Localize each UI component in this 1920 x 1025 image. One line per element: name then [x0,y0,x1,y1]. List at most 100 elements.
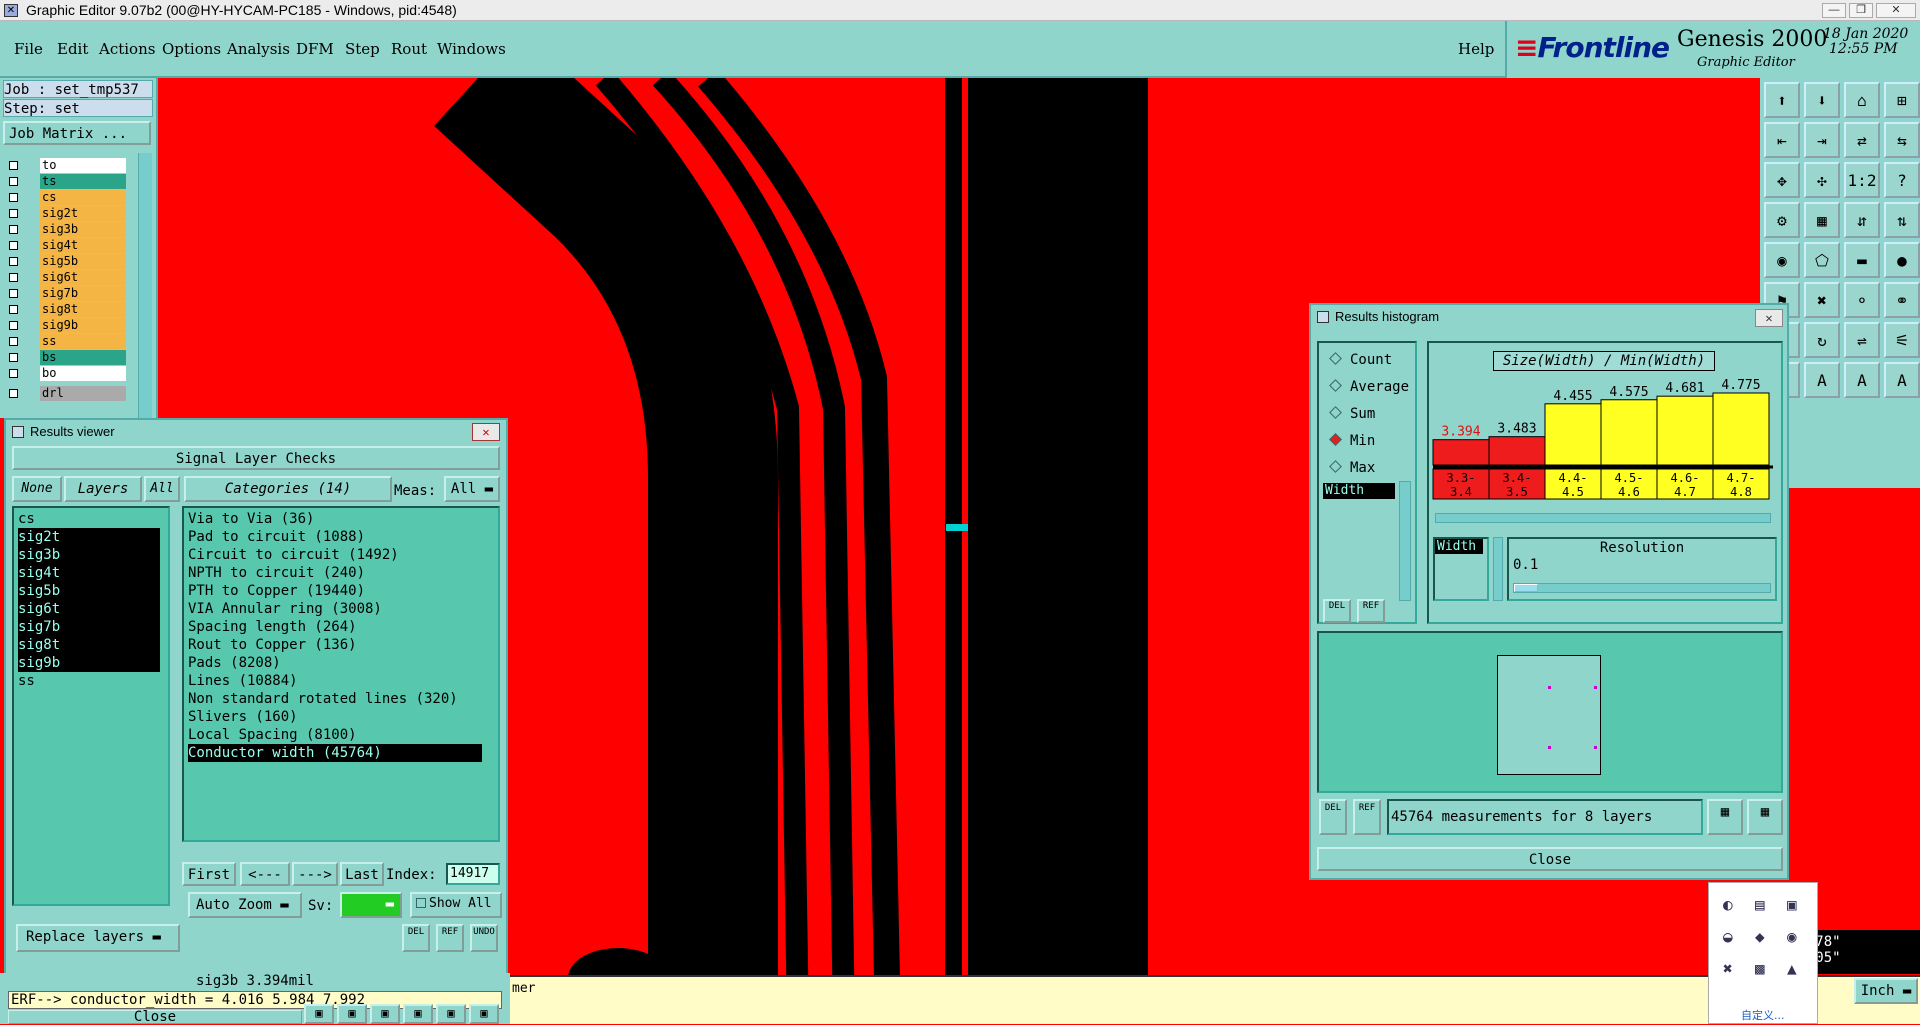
result-layer-item[interactable]: ss [18,672,160,690]
auto-zoom-dropdown[interactable]: Auto Zoom ▬ [188,892,302,918]
category-item[interactable]: Lines (10884) [188,672,482,690]
toolbar-tool-17-icon[interactable]: ◉ [1764,242,1800,278]
ref-icon[interactable]: REF [436,924,464,952]
tray-app-8-icon[interactable]: ▩ [1755,959,1765,978]
results-viewer-close-button[interactable]: Close [8,1010,302,1024]
category-item[interactable]: Conductor width (45764) [188,744,482,762]
aggregate-radio[interactable]: Min [1329,432,1375,450]
layer-checkbox[interactable] [9,257,18,266]
layer-row[interactable]: bo [6,366,126,381]
field-selected[interactable]: Width [1323,483,1395,499]
layer-checkbox[interactable] [9,209,18,218]
toolbar-tool-14-icon[interactable]: ▦ [1804,202,1840,238]
layer-row[interactable]: sig3b [6,222,126,237]
layer-row[interactable]: sig2t [6,206,126,221]
aggregate-radio[interactable]: Count [1329,351,1392,369]
layer-checkbox[interactable] [9,225,18,234]
toolbar-tool-3-icon[interactable]: ⌂ [1844,82,1880,118]
layer-checkbox[interactable] [9,193,18,202]
category-item[interactable]: Spacing length (264) [188,618,482,636]
toolbar-tool-6-icon[interactable]: ⇥ [1804,122,1840,158]
rv-tool-5-icon[interactable]: ▣ [436,1004,466,1024]
chart-hscroll[interactable] [1435,513,1771,523]
toolbar-tool-2-icon[interactable]: ⬇ [1804,82,1840,118]
rv-tool-6-icon[interactable]: ▣ [469,1004,499,1024]
layer-checkbox[interactable] [9,369,18,378]
layer-row[interactable]: to [6,158,126,173]
category-item[interactable]: Pads (8208) [188,654,482,672]
toolbar-tool-31-icon[interactable]: A [1844,362,1880,398]
layer-checkbox[interactable] [9,289,18,298]
histogram-close-button[interactable]: Close [1317,847,1783,871]
minimize-button[interactable]: — [1822,3,1846,18]
layer-checkbox[interactable] [9,177,18,186]
toolbar-tool-23-icon[interactable]: ⚬ [1844,282,1880,318]
tray-more-link[interactable]: 自定义... [1741,1007,1785,1023]
undo-icon[interactable]: UNDO [470,924,498,952]
layer-row[interactable]: sig8t [6,302,126,317]
category-item[interactable]: Via to Via (36) [188,510,482,528]
menu-rout[interactable]: Rout [391,40,427,58]
toolbar-tool-19-icon[interactable]: ▬ [1844,242,1880,278]
layer-checkbox[interactable] [9,389,18,398]
layer-checkbox[interactable] [9,353,18,362]
result-layer-item[interactable]: sig2t [18,528,160,546]
export-icon[interactable]: ▦ [1707,799,1743,835]
toolbar-tool-26-icon[interactable]: ↻ [1804,322,1840,358]
layer-row[interactable]: sig7b [6,286,126,301]
categories-tab[interactable]: Categories (14) [184,476,392,502]
next-button[interactable]: ---> [292,862,338,886]
menu-step[interactable]: Step [345,40,380,58]
del-icon[interactable]: DEL [402,924,430,952]
first-button[interactable]: First [182,862,236,886]
menu-file[interactable]: File [14,40,43,58]
category-item[interactable]: Pad to circuit (1088) [188,528,482,546]
axis-field[interactable]: Width [1435,539,1483,554]
tray-app-9-icon[interactable]: ▲ [1787,959,1797,978]
category-item[interactable]: VIA Annular ring (3008) [188,600,482,618]
category-item[interactable]: PTH to Copper (19440) [188,582,482,600]
maximize-button[interactable]: ❐ [1849,3,1873,18]
layer-row[interactable]: sig9b [6,318,126,333]
category-item[interactable]: Rout to Copper (136) [188,636,482,654]
meas-dropdown[interactable]: All ▬ [444,476,500,502]
axis-field-scrollbar[interactable] [1493,537,1503,601]
layer-row[interactable]: sig6t [6,270,126,285]
histogram-close-icon[interactable]: ✕ [1755,309,1783,327]
layer-checkbox[interactable] [9,161,18,170]
tray-app-6-icon[interactable]: ◉ [1787,927,1797,946]
layer-row[interactable]: sig5b [6,254,126,269]
results-viewer-close-icon[interactable]: ✕ [472,423,500,441]
category-item[interactable]: Local Spacing (8100) [188,726,482,744]
replace-layers-dropdown[interactable]: Replace layers ▬ [16,924,180,952]
import-icon[interactable]: ▦ [1747,799,1783,835]
field-scrollbar[interactable] [1399,481,1411,601]
tray-app-3-icon[interactable]: ▣ [1787,895,1797,914]
toolbar-tool-11-icon[interactable]: 1:2 [1844,162,1880,198]
menu-options[interactable]: Options [162,40,221,58]
job-matrix-button[interactable]: Job Matrix ... [3,121,151,145]
severity-dropdown[interactable]: ▬ [340,892,402,918]
toolbar-tool-15-icon[interactable]: ⇵ [1844,202,1880,238]
layer-row[interactable]: sig4t [6,238,126,253]
toolbar-tool-8-icon[interactable]: ⇆ [1884,122,1920,158]
menu-dfm[interactable]: DFM [296,40,334,58]
prev-button[interactable]: <--- [240,862,290,886]
category-item[interactable]: Circuit to circuit (1492) [188,546,482,564]
toolbar-tool-7-icon[interactable]: ⇄ [1844,122,1880,158]
aggregate-radio[interactable]: Average [1329,378,1409,396]
layer-checkbox[interactable] [9,337,18,346]
rv-tool-3-icon[interactable]: ▣ [370,1004,400,1024]
close-window-button[interactable]: ✕ [1876,3,1916,18]
toolbar-tool-30-icon[interactable]: A [1804,362,1840,398]
layer-row[interactable]: drl [6,386,126,401]
layer-checkbox[interactable] [9,305,18,314]
all-button[interactable]: All [144,476,180,502]
menu-help[interactable]: Help [1458,40,1494,58]
show-all-toggle[interactable]: Show All [410,892,502,918]
result-layer-item[interactable]: sig8t [18,636,160,654]
result-layer-item[interactable]: sig4t [18,564,160,582]
category-item[interactable]: Non standard rotated lines (320) [188,690,482,708]
aggregate-radio[interactable]: Sum [1329,405,1375,423]
toolbar-tool-1-icon[interactable]: ⬆ [1764,82,1800,118]
